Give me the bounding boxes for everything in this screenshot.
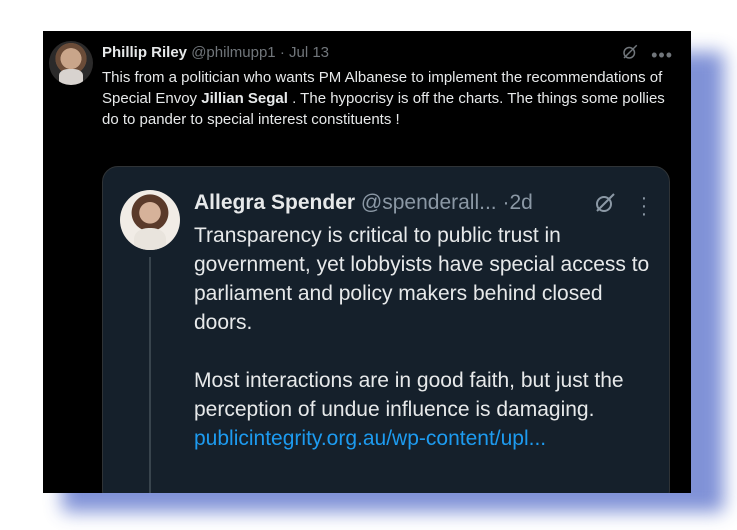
tweet-card[interactable]: Phillip Riley @philmupp1 · Jul 13 ••• Th… <box>43 31 691 493</box>
grok-icon[interactable] <box>593 191 617 220</box>
quoted-timestamp[interactable]: 2d <box>509 191 532 214</box>
separator-dot: · <box>279 44 285 61</box>
quoted-paragraph-2: Most interactions are in good faith, but… <box>194 369 624 421</box>
author-name[interactable]: Phillip Riley <box>102 44 187 61</box>
tweet-text: This from a politician who wants PM Alba… <box>102 67 677 130</box>
quoted-paragraph-1: Transparency is critical to public trust… <box>194 224 650 334</box>
tweet-actions: ••• <box>621 43 673 66</box>
mention-jillian-segal: Jillian Segal <box>201 90 288 107</box>
grok-icon[interactable] <box>621 43 639 66</box>
quoted-author-handle[interactable]: @spenderall... <box>361 191 497 214</box>
thread-line <box>149 257 151 493</box>
timestamp[interactable]: Jul 13 <box>289 44 329 61</box>
quoted-tweet[interactable]: Allegra Spender @spenderall... ·2d · · · T… <box>102 166 670 493</box>
more-vertical-icon[interactable]: · · · <box>641 188 648 224</box>
tweet-header: Phillip Riley @philmupp1 · Jul 13 <box>102 43 329 63</box>
author-handle[interactable]: @philmupp1 <box>191 44 275 61</box>
quoted-avatar[interactable] <box>120 190 180 250</box>
quoted-text: Transparency is critical to public trust… <box>194 221 654 453</box>
quoted-link[interactable]: publicintegrity.org.au/wp-content/upl... <box>194 424 654 453</box>
avatar[interactable] <box>49 41 93 85</box>
more-horizontal-icon[interactable]: ••• <box>651 46 673 64</box>
quoted-actions: · · · <box>593 188 648 224</box>
quoted-header: Allegra Spender @spenderall... ·2d <box>194 189 533 217</box>
quoted-author-name[interactable]: Allegra Spender <box>194 191 355 214</box>
